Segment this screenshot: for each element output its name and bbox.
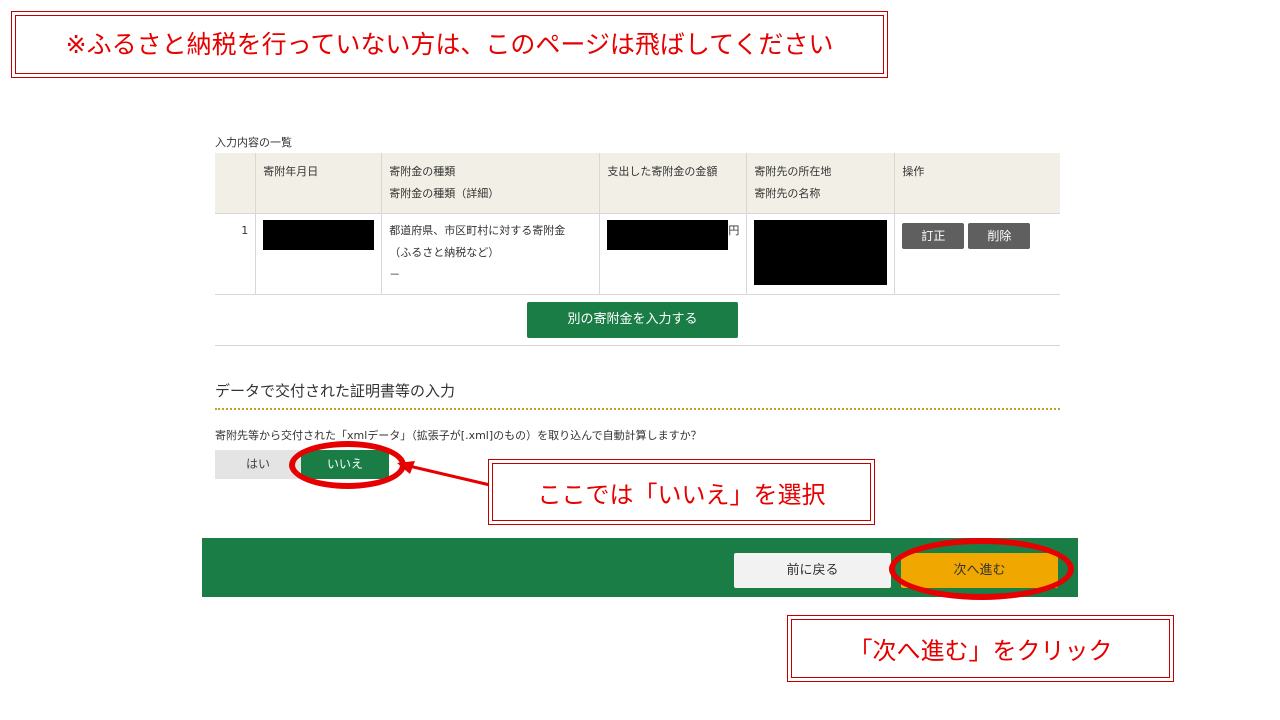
header-name-label: 寄附先の名称 [754, 187, 821, 200]
row-number: 1 [215, 213, 257, 295]
top-notice-callout: ※ふるさと納税を行っていない方は、このページは飛ばしてください [11, 11, 888, 78]
dotted-divider [215, 408, 1060, 410]
table-row: 1 都道府県、市区町村に対する寄附金 （ふるさと納税など） － 円 訂正 削除 [215, 213, 1060, 295]
section-divider [215, 345, 1060, 346]
row-location-cell [746, 213, 896, 295]
yes-toggle-button[interactable]: はい [215, 450, 301, 479]
row-amount-cell: 円 [599, 213, 748, 295]
top-notice-text: ※ふるさと納税を行っていない方は、このページは飛ばしてください [65, 30, 834, 59]
click-next-callout-text: 「次へ進む」をクリック [848, 637, 1113, 665]
row-type-detail: － [389, 267, 401, 281]
row-operation-cell: 訂正 削除 [894, 213, 1060, 295]
no-toggle-button[interactable]: いいえ [301, 450, 389, 479]
next-button[interactable]: 次へ進む [901, 553, 1058, 588]
header-type-detail-label: 寄附金の種類（詳細） [389, 187, 500, 200]
header-location-name: 寄附先の所在地 寄附先の名称 [746, 153, 896, 214]
header-amount: 支出した寄附金の金額 [599, 153, 748, 214]
row-date-cell [255, 213, 383, 295]
xml-import-question: 寄附先等から交付された「xmlデータ」（拡張子が[.xml]のもの）を取り込んで… [215, 429, 702, 442]
header-type: 寄附金の種類 寄附金の種類（詳細） [381, 153, 601, 214]
click-next-callout: 「次へ進む」をクリック [787, 615, 1174, 682]
add-donation-button[interactable]: 別の寄附金を入力する [527, 302, 738, 338]
select-no-callout-text: ここでは「いいえ」を選択 [537, 480, 826, 509]
list-title: 入力内容の一覧 [215, 136, 292, 149]
row-type-line1: 都道府県、市区町村に対する寄附金 [389, 223, 566, 237]
redacted-date [263, 219, 375, 250]
data-section-title: データで交付された証明書等の入力 [215, 382, 456, 400]
table-header-row: 寄附年月日 寄附金の種類 寄附金の種類（詳細） 支出した寄附金の金額 寄附先の所… [215, 153, 1060, 214]
delete-button[interactable]: 削除 [968, 222, 1031, 249]
header-date: 寄附年月日 [255, 153, 383, 214]
redacted-amount [607, 219, 729, 250]
row-type-cell: 都道府県、市区町村に対する寄附金 （ふるさと納税など） － [381, 213, 601, 295]
header-type-label: 寄附金の種類 [389, 165, 456, 178]
redacted-location [754, 219, 888, 285]
back-button[interactable]: 前に戻る [734, 553, 891, 588]
edit-button[interactable]: 訂正 [902, 222, 965, 249]
header-number [215, 153, 257, 214]
row-type-line2: （ふるさと納税など） [389, 245, 500, 259]
pointer-arrow [397, 461, 491, 487]
donation-table: 寄附年月日 寄附金の種類 寄附金の種類（詳細） 支出した寄附金の金額 寄附先の所… [215, 153, 1060, 295]
select-no-callout: ここでは「いいえ」を選択 [488, 459, 875, 525]
amount-unit: 円 [728, 223, 740, 237]
header-operation: 操作 [894, 153, 1060, 214]
header-location-label: 寄附先の所在地 [754, 165, 832, 178]
